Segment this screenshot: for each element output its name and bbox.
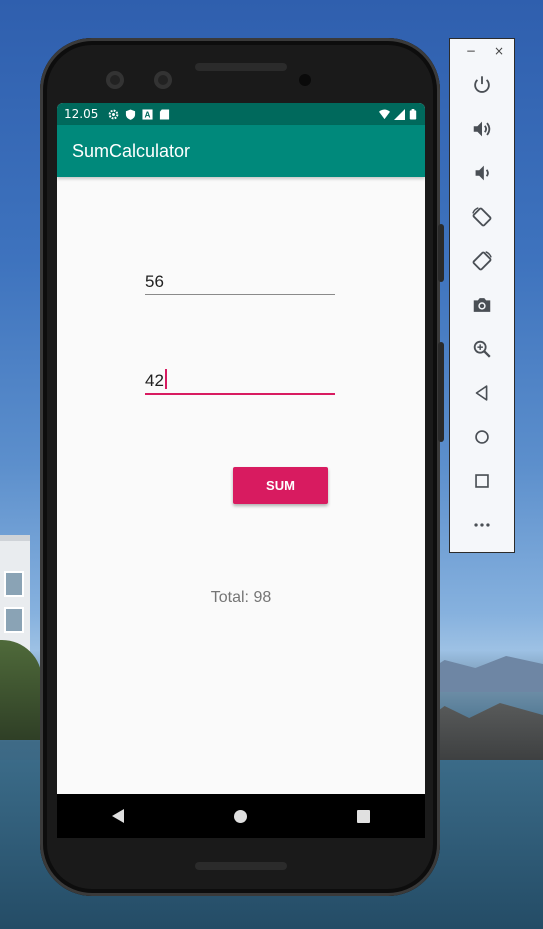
- sum-button[interactable]: SUM: [233, 467, 328, 504]
- background-house: [0, 535, 30, 651]
- home-icon[interactable]: [450, 421, 514, 453]
- status-time: 12.05: [64, 107, 99, 121]
- recents-icon[interactable]: [357, 809, 370, 823]
- wifi-icon: [379, 108, 390, 119]
- home-icon[interactable]: [234, 809, 247, 823]
- power-icon[interactable]: [450, 69, 514, 101]
- rotate-left-icon[interactable]: [450, 201, 514, 233]
- a-badge-icon: A: [142, 108, 153, 119]
- proximity-sensor: [299, 74, 311, 86]
- total-label: Total: 98: [210, 589, 272, 606]
- more-icon[interactable]: [450, 509, 514, 541]
- text-cursor: [164, 369, 167, 389]
- first-number-value: 56: [145, 272, 164, 291]
- second-number-input[interactable]: 42: [145, 369, 335, 395]
- bottom-speaker: [195, 862, 287, 870]
- phone-screen: 12.05 A SumCalculator 56 42 SUM Total: 9…: [57, 103, 425, 837]
- second-number-value: 42: [145, 371, 164, 390]
- house-window: [4, 571, 24, 597]
- app-bar: SumCalculator: [57, 125, 425, 177]
- front-camera: [106, 71, 124, 89]
- sd-card-icon: [160, 108, 170, 120]
- emulator-toolbar: − ×: [449, 38, 515, 553]
- shield-icon: [126, 108, 136, 120]
- gear-icon: [109, 109, 119, 119]
- signal-icon: [394, 108, 405, 120]
- back-icon[interactable]: [112, 809, 124, 823]
- zoom-icon[interactable]: [450, 333, 514, 365]
- camera-icon[interactable]: [450, 289, 514, 321]
- power-side-button[interactable]: [438, 224, 444, 282]
- earpiece-speaker: [195, 63, 287, 71]
- volume-down-icon[interactable]: [450, 157, 514, 189]
- volume-up-icon[interactable]: [450, 113, 514, 145]
- minimize-button[interactable]: −: [466, 44, 476, 60]
- app-title: SumCalculator: [72, 140, 191, 161]
- front-camera-secondary: [154, 71, 172, 89]
- first-number-input[interactable]: 56: [145, 272, 335, 295]
- background-shrub: [0, 640, 42, 740]
- svg-text:A: A: [145, 110, 151, 119]
- rotate-right-icon[interactable]: [450, 245, 514, 277]
- status-bar: 12.05 A: [57, 103, 425, 125]
- overview-icon[interactable]: [450, 465, 514, 497]
- close-button[interactable]: ×: [494, 44, 504, 60]
- volume-side-button[interactable]: [438, 342, 444, 442]
- back-icon[interactable]: [450, 377, 514, 409]
- navigation-bar: [57, 794, 425, 838]
- house-window: [4, 607, 24, 633]
- battery-icon: [409, 108, 417, 120]
